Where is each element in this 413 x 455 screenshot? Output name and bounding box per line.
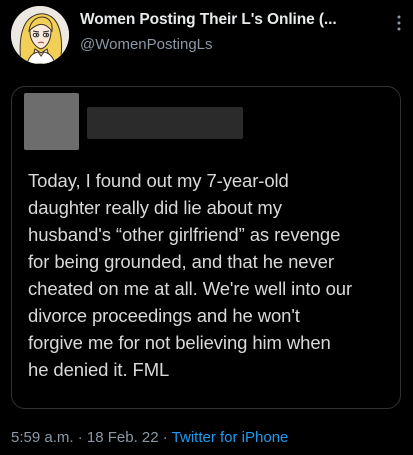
embedded-post-text: Today, I found out my 7-year-old daughte… <box>28 170 353 380</box>
embedded-post-image[interactable]: Today, I found out my 7-year-old daughte… <box>11 86 401 409</box>
meta-separator: · <box>73 429 87 446</box>
redacted-avatar <box>24 93 79 150</box>
tweet-metadata: 5:59 a.m. · 18 Feb. 22 · Twitter for iPh… <box>11 429 288 446</box>
meta-separator-2: · <box>158 429 172 446</box>
account-handle[interactable]: @WomenPostingLs <box>80 36 213 53</box>
redacted-username <box>87 107 243 139</box>
tweet: Women Posting Their L's Online (... @Wom… <box>0 0 413 455</box>
tweet-time[interactable]: 5:59 a.m. <box>11 429 74 446</box>
tweet-source-link[interactable]: Twitter for iPhone <box>172 429 289 446</box>
tweet-date[interactable]: 18 Feb. 22 <box>87 429 159 446</box>
display-name[interactable]: Women Posting Their L's Online (... <box>80 11 337 29</box>
profile-avatar[interactable] <box>11 6 69 64</box>
cartoon-woman-avatar-icon <box>11 6 69 64</box>
more-options-icon[interactable] <box>394 13 404 33</box>
